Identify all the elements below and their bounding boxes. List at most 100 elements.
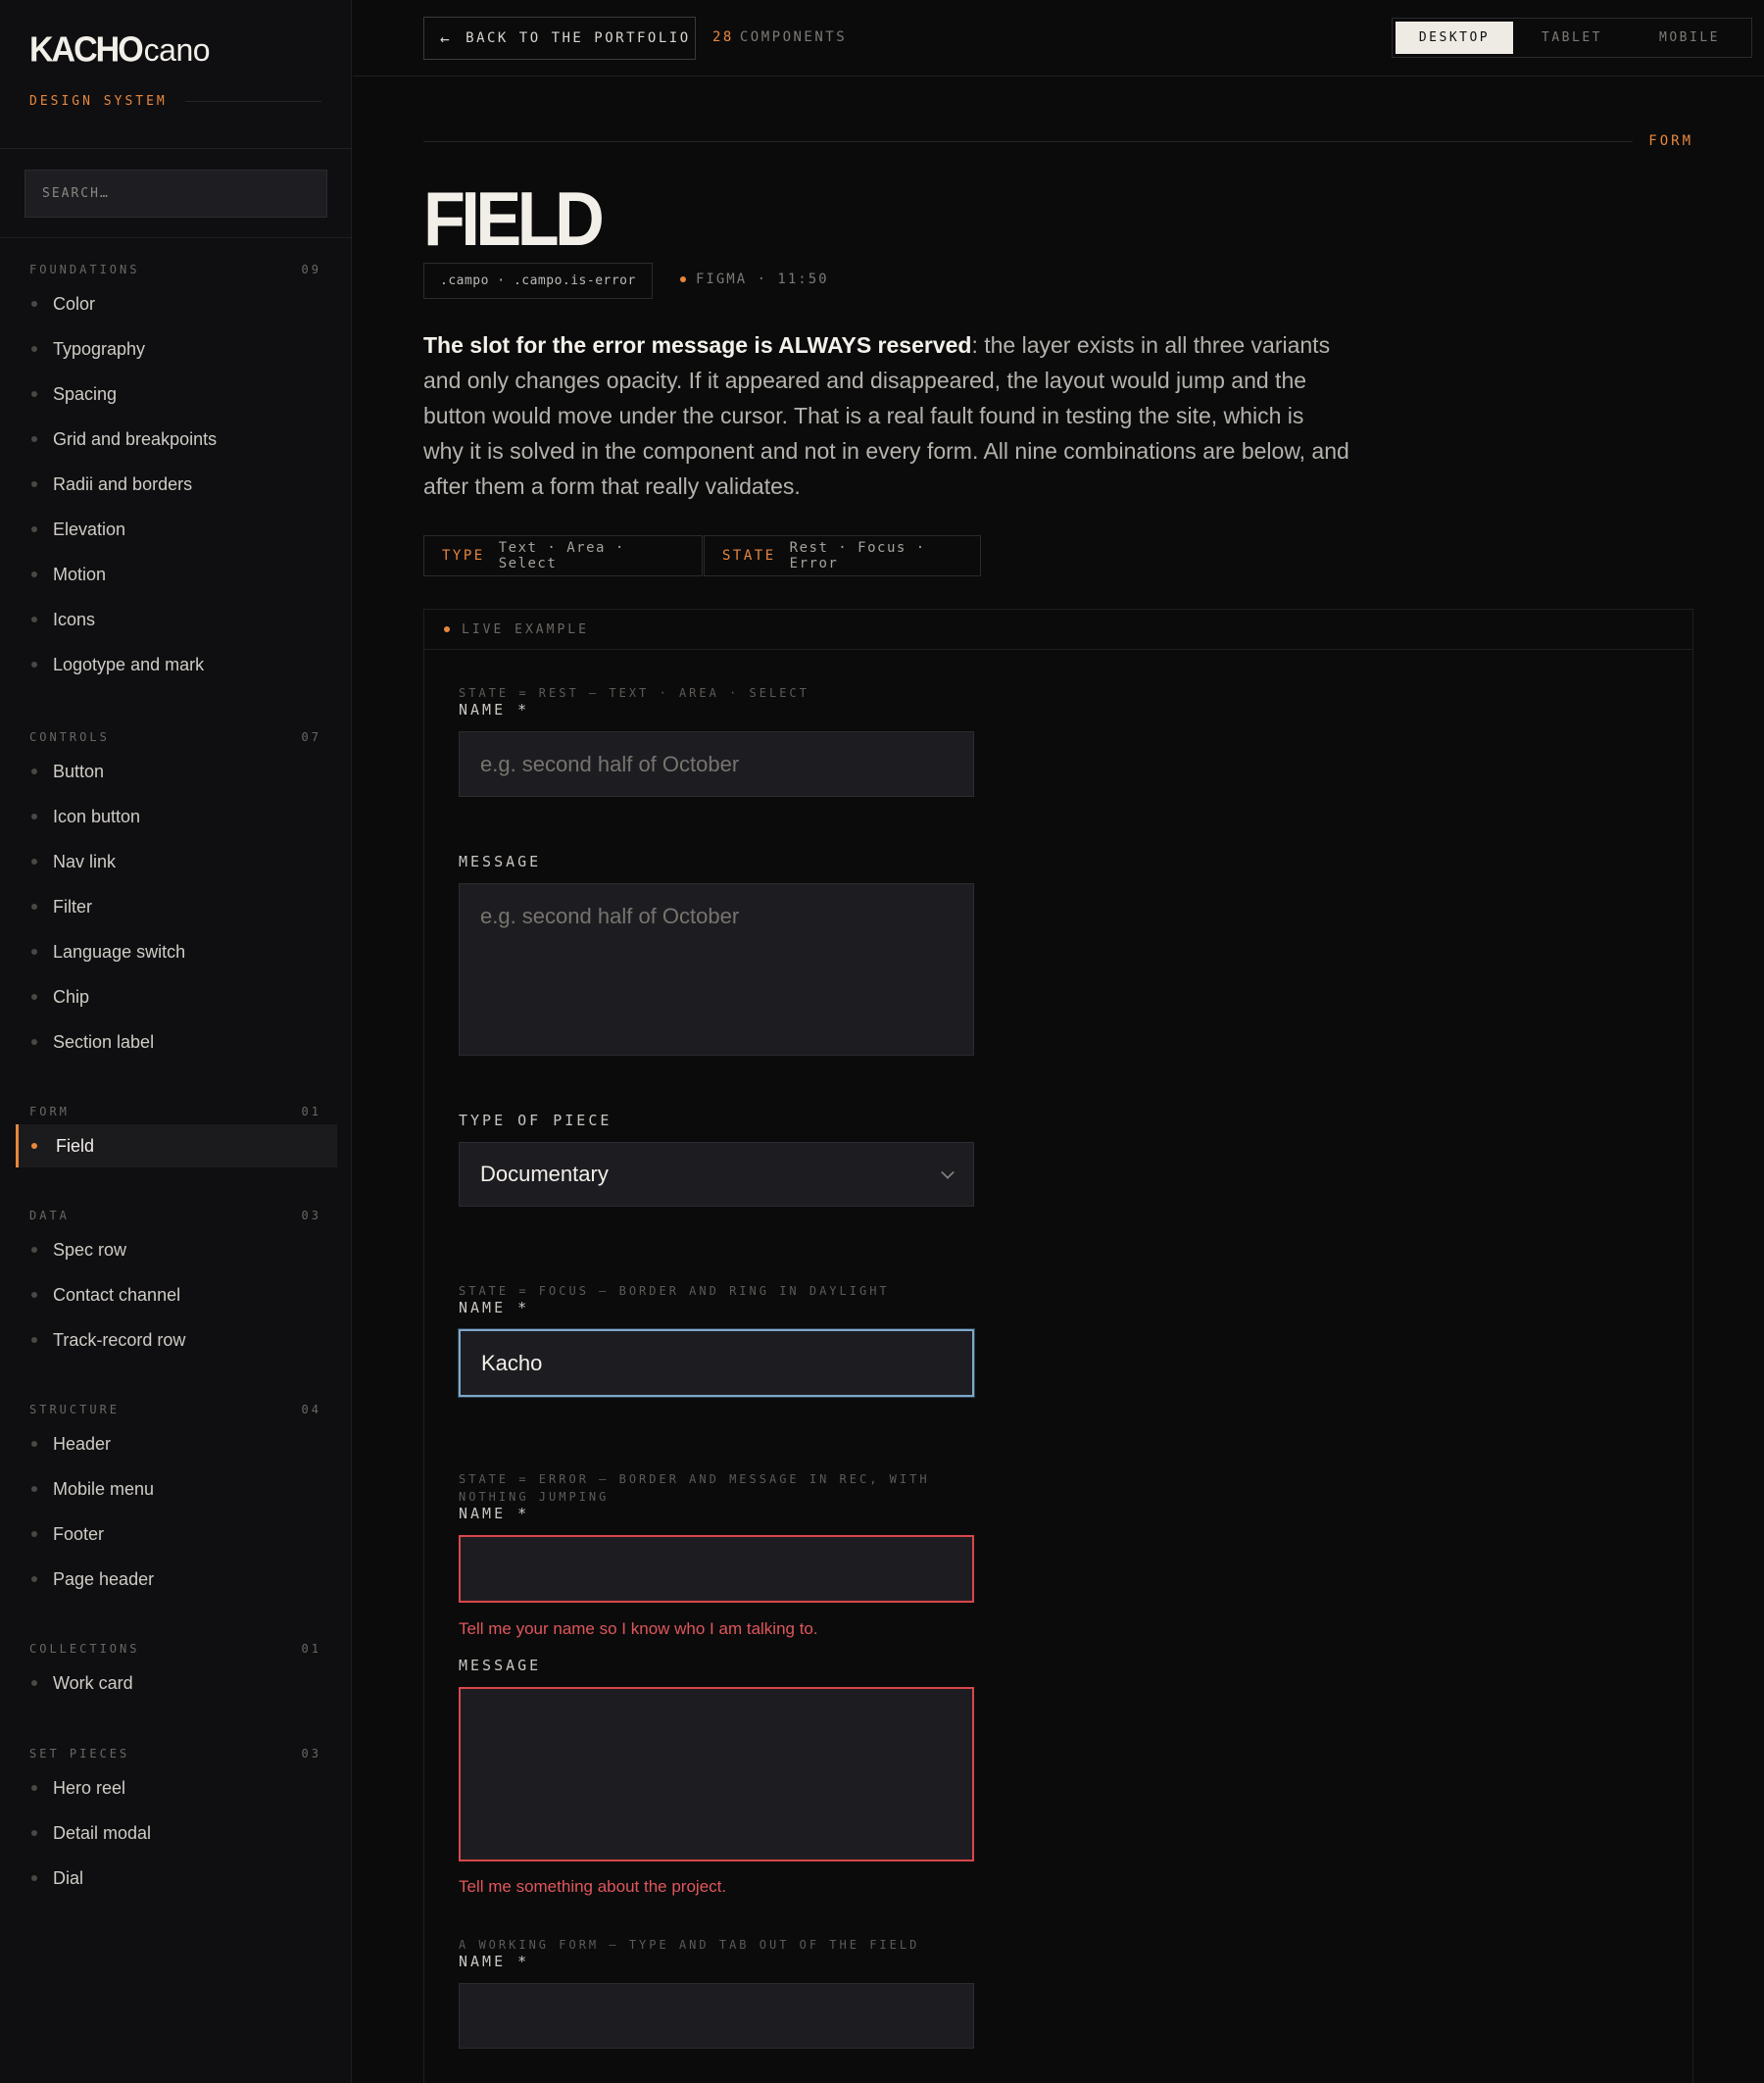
sidebar-item-label: Work card — [53, 1672, 133, 1693]
nav-group-form: FORM 01 — [29, 1105, 321, 1118]
status-dot-icon — [680, 276, 686, 282]
message-textarea-rest[interactable]: e.g. second half of October — [459, 883, 974, 1056]
viewport-desktop[interactable]: DESKTOP — [1396, 22, 1513, 54]
state-key: STATE — [722, 548, 776, 564]
sidebar-item-label: Nav link — [53, 851, 117, 871]
sidebar-item-spec-row[interactable]: Spec row — [16, 1228, 337, 1271]
nav-group-count: 01 — [301, 1642, 321, 1656]
sidebar-item-button[interactable]: Button — [16, 750, 337, 793]
bullet-icon — [31, 436, 37, 442]
nav-group-title: DATA — [29, 1209, 70, 1222]
bullet-icon — [31, 904, 37, 910]
sidebar-item-radii-and-borders[interactable]: Radii and borders — [16, 463, 337, 506]
brand-logo[interactable]: KACHO cano — [29, 30, 211, 70]
type-of-piece-select[interactable]: Documentary — [459, 1142, 974, 1207]
sidebar-item-label: Contact channel — [53, 1284, 181, 1305]
nav-group-controls: CONTROLS 07 — [29, 730, 321, 744]
sidebar-item-icon-button[interactable]: Icon button — [16, 795, 337, 838]
sidebar-item-footer[interactable]: Footer — [16, 1513, 337, 1556]
viewport-switcher: DESKTOP TABLET MOBILE — [1392, 18, 1752, 58]
sidebar-item-label: Mobile menu — [53, 1478, 155, 1499]
bullet-icon — [31, 994, 37, 1000]
sidebar-item-icons[interactable]: Icons — [16, 598, 337, 641]
bullet-icon — [31, 859, 37, 865]
message-textarea-error[interactable] — [459, 1687, 974, 1861]
type-values: Text · Area · Select — [498, 540, 625, 571]
state-label-focus: STATE = FOCUS — BORDER AND RING IN DAYLI… — [459, 1284, 890, 1298]
message-error-message: Tell me something about the project. — [459, 1877, 727, 1896]
bullet-icon — [31, 481, 37, 487]
divider — [423, 140, 1634, 142]
nav-group-foundations: FOUNDATIONS 09 — [29, 263, 321, 276]
search-input[interactable] — [24, 170, 327, 218]
sidebar-item-label: Hero reel — [53, 1777, 126, 1798]
name-input-error[interactable] — [459, 1535, 974, 1603]
sidebar-item-mobile-menu[interactable]: Mobile menu — [16, 1467, 337, 1511]
divider — [184, 101, 321, 102]
sidebar-item-contact-channel[interactable]: Contact channel — [16, 1273, 337, 1316]
sidebar-item-elevation[interactable]: Elevation — [16, 508, 337, 551]
field-label-message-error: MESSAGE — [459, 1657, 542, 1674]
sidebar-item-label: Page header — [53, 1568, 155, 1589]
sidebar-item-label: Footer — [53, 1523, 105, 1544]
nav-group-set-pieces: SET PIECES 03 — [29, 1747, 321, 1761]
sidebar-item-label: Icons — [53, 609, 96, 629]
sidebar-item-page-header[interactable]: Page header — [16, 1558, 337, 1601]
state-label-rest: STATE = REST — TEXT · AREA · SELECT — [459, 686, 809, 700]
sidebar-item-dial[interactable]: Dial — [16, 1857, 337, 1900]
viewport-tablet[interactable]: TABLET — [1513, 22, 1631, 54]
nav-group-title: COLLECTIONS — [29, 1642, 140, 1656]
field-label-type-of-piece: TYPE OF PIECE — [459, 1112, 612, 1129]
bullet-icon — [31, 1875, 37, 1881]
nav-group-count: 09 — [301, 263, 321, 276]
sidebar-item-label: Field — [56, 1135, 95, 1156]
sidebar-item-color[interactable]: Color — [16, 282, 337, 325]
state-values: Rest · Focus · Error — [789, 540, 926, 571]
field-label-name-error: NAME * — [459, 1505, 530, 1522]
sidebar-item-logotype-and-mark[interactable]: Logotype and mark — [16, 643, 337, 686]
name-input-working[interactable] — [459, 1983, 974, 2049]
sidebar-item-label: Button — [53, 761, 105, 781]
viewport-mobile[interactable]: MOBILE — [1631, 22, 1748, 54]
sidebar-item-typography[interactable]: Typography — [16, 327, 337, 371]
nav-group-count: 03 — [301, 1209, 321, 1222]
state-variants-pill: STATE Rest · Focus · Error — [704, 535, 981, 576]
live-example-title: LIVE EXAMPLE — [462, 621, 589, 637]
nav-group-title: CONTROLS — [29, 730, 110, 744]
sidebar-item-filter[interactable]: Filter — [16, 885, 337, 928]
back-to-portfolio-button[interactable]: ← BACK TO THE PORTFOLIO — [423, 17, 696, 60]
nav-group-data: DATA 03 — [29, 1209, 321, 1222]
message-textarea-placeholder: e.g. second half of October — [480, 904, 740, 928]
bullet-icon — [31, 1039, 37, 1045]
nav-group-title: SET PIECES — [29, 1747, 130, 1761]
sidebar-item-track-record-row[interactable]: Track-record row — [16, 1318, 337, 1362]
sidebar-item-label: Logotype and mark — [53, 654, 205, 674]
sidebar-item-label: Language switch — [53, 941, 186, 962]
sidebar-item-nav-link[interactable]: Nav link — [16, 840, 337, 883]
sidebar-item-header[interactable]: Header — [16, 1422, 337, 1465]
name-input-rest[interactable]: e.g. second half of October — [459, 731, 974, 797]
sidebar-item-language-switch[interactable]: Language switch — [16, 930, 337, 973]
sidebar-item-chip[interactable]: Chip — [16, 975, 337, 1018]
sidebar-item-motion[interactable]: Motion — [16, 553, 337, 596]
name-input-focus[interactable]: Kacho — [459, 1329, 974, 1397]
field-label-name: NAME * — [459, 701, 530, 719]
sidebar-item-hero-reel[interactable]: Hero reel — [16, 1766, 337, 1810]
bullet-icon — [31, 1680, 37, 1686]
sidebar-item-work-card[interactable]: Work card — [16, 1661, 337, 1705]
design-system-label-row: DESIGN SYSTEM — [29, 94, 321, 109]
sidebar-item-label: Spacing — [53, 383, 118, 404]
sidebar-item-label: Detail modal — [53, 1822, 152, 1843]
sidebar-item-field[interactable]: Field — [16, 1124, 337, 1167]
nav-group-count: 07 — [301, 730, 321, 744]
field-label-message: MESSAGE — [459, 853, 542, 870]
sidebar-item-label: Radii and borders — [53, 473, 193, 494]
live-dot-icon — [444, 626, 450, 632]
sidebar-item-section-label[interactable]: Section label — [16, 1020, 337, 1064]
state-label-working-form: A WORKING FORM — TYPE AND TAB OUT OF THE… — [459, 1938, 920, 1952]
divider — [0, 237, 351, 238]
sidebar-item-detail-modal[interactable]: Detail modal — [16, 1811, 337, 1855]
sidebar-item-spacing[interactable]: Spacing — [16, 372, 337, 416]
sidebar-item-grid-and-breakpoints[interactable]: Grid and breakpoints — [16, 418, 337, 461]
bullet-icon — [31, 1247, 37, 1253]
